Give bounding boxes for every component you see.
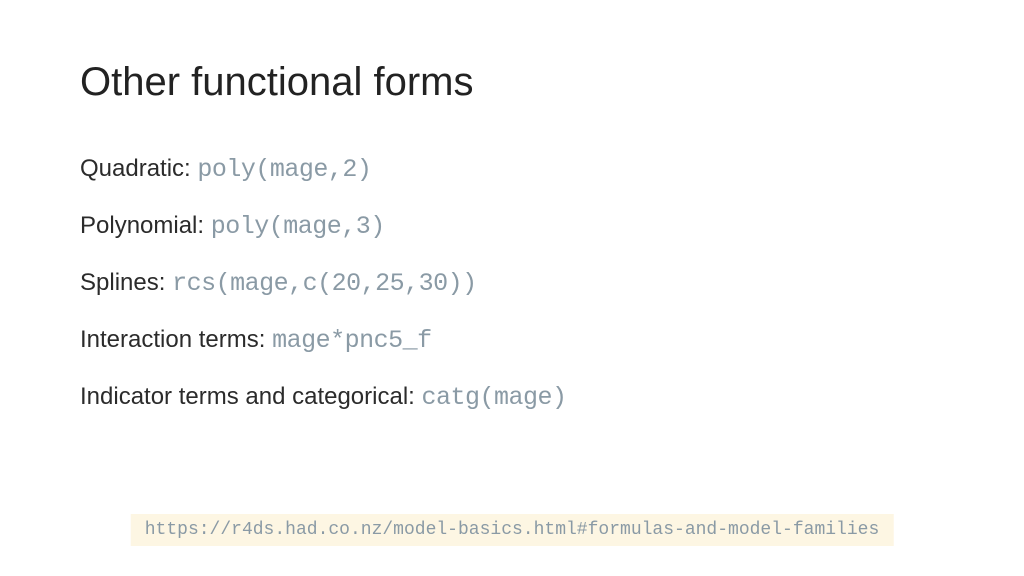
list-item: Polynomial: poly(mage,3) xyxy=(80,212,944,241)
item-code: mage*pnc5_f xyxy=(272,326,432,355)
item-label: Quadratic: xyxy=(80,155,197,182)
item-label: Interaction terms: xyxy=(80,326,272,353)
list-item: Interaction terms: mage*pnc5_f xyxy=(80,326,944,355)
item-code: poly(mage,2) xyxy=(197,155,371,184)
item-code: poly(mage,3) xyxy=(211,212,385,241)
item-label: Indicator terms and categorical: xyxy=(80,383,422,410)
list-item: Quadratic: poly(mage,2) xyxy=(80,155,944,184)
list-item: Splines: rcs(mage,c(20,25,30)) xyxy=(80,269,944,298)
item-code: catg(mage) xyxy=(422,383,567,412)
content-list: Quadratic: poly(mage,2) Polynomial: poly… xyxy=(80,155,944,412)
list-item: Indicator terms and categorical: catg(ma… xyxy=(80,383,944,412)
item-label: Splines: xyxy=(80,269,172,296)
footer-url: https://r4ds.had.co.nz/model-basics.html… xyxy=(131,514,894,546)
item-label: Polynomial: xyxy=(80,212,211,239)
slide-title: Other functional forms xyxy=(80,60,944,105)
item-code: rcs(mage,c(20,25,30)) xyxy=(172,269,477,298)
